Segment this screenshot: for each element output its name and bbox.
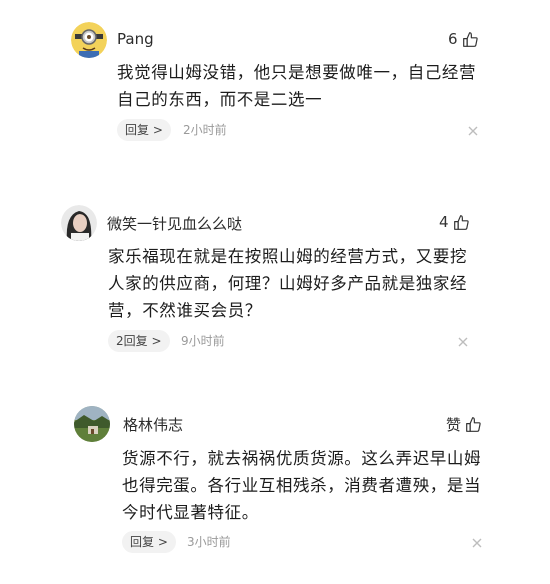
comment-item: 格林伟志 赞 货源不行，就去祸祸优质货源。这么弄迟早山姆 也得完蛋。各行业互相残…: [0, 400, 550, 584]
avatar[interactable]: [74, 406, 110, 442]
reply-button[interactable]: 2回复 >: [108, 330, 170, 352]
like-label: 赞: [446, 416, 462, 434]
dismiss-button[interactable]: [467, 125, 479, 137]
comment-text: 货源不行，就去祸祸优质货源。这么弄迟早山姆 也得完蛋。各行业互相残杀，消费者遭殃…: [122, 445, 522, 526]
dismiss-button[interactable]: [457, 336, 469, 348]
avatar[interactable]: [61, 205, 97, 241]
comment-text-line: 家乐福现在就是在按照山姆的经营方式，又要挖: [108, 247, 468, 266]
comment-time: 2小时前: [183, 123, 227, 137]
comment-item: 微笑一针见血么么哒 4 家乐福现在就是在按照山姆的经营方式，又要挖 人家的供应商…: [0, 190, 550, 370]
thumbs-up-icon: [453, 214, 469, 230]
username[interactable]: Pang: [117, 30, 154, 48]
close-icon: [468, 126, 478, 136]
like-button[interactable]: 4: [439, 213, 470, 231]
username[interactable]: 格林伟志: [123, 414, 183, 435]
comment-item: Pang 6 我觉得山姆没错，他只是想要做唯一，自己经营 自己的东西，而不是二选…: [0, 0, 550, 160]
comment-text-line: 货源不行，就去祸祸优质货源。这么弄迟早山姆: [122, 449, 482, 468]
portrait-avatar-icon: [61, 205, 97, 241]
close-icon: [472, 538, 482, 548]
comment-time: 3小时前: [187, 535, 231, 549]
thumbs-up-icon: [466, 417, 481, 432]
comment-text-line: 我觉得山姆没错，他只是想要做唯一，自己经营: [117, 63, 477, 82]
comment-text: 我觉得山姆没错，他只是想要做唯一，自己经营 自己的东西，而不是二选一: [117, 59, 517, 113]
comment-text-line: 营，不然谁买会员？: [108, 301, 262, 320]
like-button[interactable]: 6: [448, 30, 479, 48]
minion-avatar-icon: [71, 22, 107, 58]
like-count: 4: [439, 213, 449, 231]
reply-button[interactable]: 回复 >: [122, 531, 176, 553]
comment-text-line: 自己的东西，而不是二选一: [117, 90, 323, 109]
thumbs-up-icon: [462, 31, 478, 47]
reply-button[interactable]: 回复 >: [117, 119, 171, 141]
landscape-avatar-icon: [74, 406, 110, 442]
comment-text-line: 人家的供应商，何理？山姆好多产品就是独家经: [108, 274, 468, 293]
comment-text-line: 今时代显著特征。: [122, 503, 259, 522]
comment-text: 家乐福现在就是在按照山姆的经营方式，又要挖 人家的供应商，何理？山姆好多产品就是…: [108, 243, 508, 324]
dismiss-button[interactable]: [471, 537, 483, 549]
like-button[interactable]: 赞: [446, 414, 482, 435]
close-icon: [458, 337, 468, 347]
comment-text-line: 也得完蛋。各行业互相残杀，消费者遭殃，是当: [122, 476, 482, 495]
like-count: 6: [448, 30, 458, 48]
username[interactable]: 微笑一针见血么么哒: [107, 213, 242, 234]
avatar[interactable]: [71, 22, 107, 58]
comment-time: 9小时前: [181, 334, 225, 348]
